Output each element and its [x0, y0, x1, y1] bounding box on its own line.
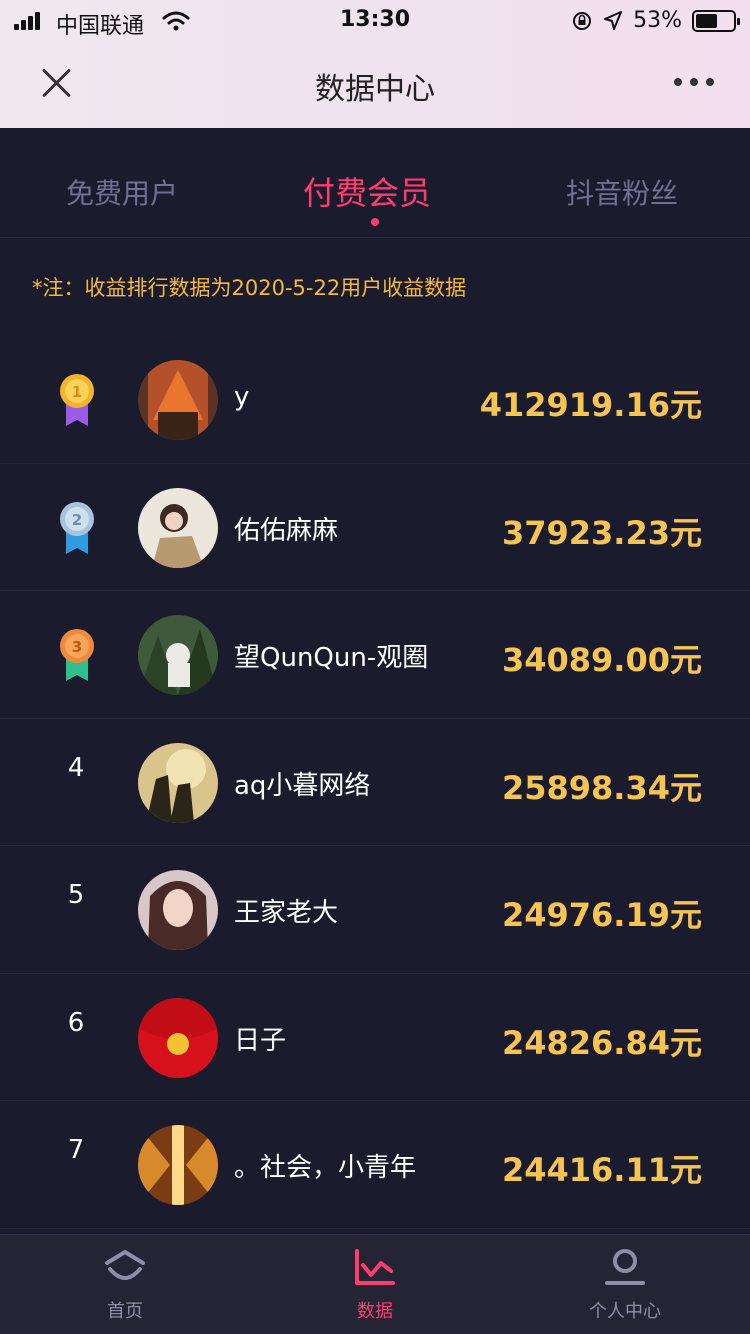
medal-number: 1 [72, 383, 82, 401]
user-name: y [234, 382, 250, 412]
active-tab-indicator [371, 218, 379, 226]
avatar [138, 997, 218, 1078]
home-icon [105, 1250, 145, 1280]
tab-douyin-fans[interactable]: 抖音粉丝 [566, 172, 678, 212]
page: 中国联通 13:30 53% 数据中心 免费用户 付费会员 抖音粉丝 *注：收益… [0, 0, 750, 1334]
earnings-amount: 24826.84元 [501, 1023, 702, 1062]
profile-icon [605, 1249, 645, 1285]
earnings-amount: 34089.00元 [501, 641, 702, 679]
nav-bar: 数据中心 [0, 44, 750, 128]
rank-number: 6 [67, 1007, 85, 1038]
user-name: 。社会，小青年 [234, 1153, 417, 1183]
bottom-nav: 首页 数据 个人中心 [0, 1234, 750, 1334]
page-title: 数据中心 [315, 72, 435, 107]
avatar [138, 742, 218, 823]
more-options-icon[interactable] [674, 78, 714, 86]
avatar [138, 360, 218, 440]
gold-medal-icon: 1 [60, 374, 94, 426]
user-name: 望QunQun-观圈 [234, 643, 429, 673]
silver-medal-icon: 2 [60, 501, 94, 554]
top-bar: 中国联通 13:30 53% 数据中心 [0, 0, 750, 128]
earnings-amount: 24416.11元 [501, 1151, 702, 1189]
rotation-lock-icon [573, 11, 592, 30]
medal-number: 3 [72, 638, 82, 656]
avatar [138, 870, 218, 950]
tab-free-users[interactable]: 免费用户 [66, 172, 178, 212]
medal-number: 2 [72, 511, 82, 529]
ranking-row[interactable]: 1 y 412919.16元 [0, 336, 750, 464]
battery-icon [692, 9, 740, 32]
status-bar: 中国联通 13:30 53% [0, 0, 750, 42]
user-name: 王家老大 [234, 898, 339, 928]
ranking-list: 1 y 412919.16元 2 佑佑麻麻 37923.23元 3 望QunQu… [0, 336, 750, 1229]
location-arrow-icon [604, 10, 623, 30]
user-name: aq小暮网络 [234, 770, 371, 801]
user-name: 佑佑麻麻 [234, 515, 339, 546]
ranking-row[interactable]: 2 佑佑麻麻 37923.23元 [0, 464, 750, 591]
avatar [138, 615, 218, 695]
ranking-row[interactable]: 4 aq小暮网络 25898.34元 [0, 719, 750, 846]
nav-data[interactable]: 数据 [315, 1247, 435, 1323]
earnings-amount: 37923.23元 [501, 513, 702, 552]
chart-icon [355, 1249, 395, 1285]
user-name: 日子 [234, 1025, 287, 1056]
tab-paid-members[interactable]: 付费会员 [303, 168, 431, 214]
nav-profile[interactable]: 个人中心 [565, 1247, 685, 1323]
battery-percent: 53% [633, 8, 682, 33]
earnings-amount: 25898.34元 [501, 768, 702, 807]
nav-data-label: 数据 [357, 1301, 393, 1322]
earnings-amount: 24976.19元 [501, 896, 702, 934]
status-right: 53% [571, 8, 740, 33]
rank-number: 4 [67, 752, 85, 783]
earnings-amount: 412919.16元 [479, 386, 702, 424]
earnings-note: *注：收益排行数据为2020-5-22用户收益数据 [32, 276, 467, 300]
ranking-row[interactable]: 3 望QunQun-观圈 34089.00元 [0, 591, 750, 719]
ranking-row[interactable]: 5 王家老大 24976.19元 [0, 846, 750, 974]
ranking-row[interactable]: 6 日子 24826.84元 [0, 974, 750, 1101]
avatar [138, 1125, 218, 1205]
rank-number: 5 [67, 880, 85, 910]
ranking-row[interactable]: 7 。社会，小青年 24416.11元 [0, 1101, 750, 1229]
nav-home-label: 首页 [107, 1301, 143, 1322]
avatar [138, 487, 218, 568]
nav-profile-label: 个人中心 [589, 1301, 661, 1322]
nav-home[interactable]: 首页 [65, 1247, 185, 1323]
bronze-medal-icon: 3 [60, 629, 94, 681]
rank-number: 7 [67, 1135, 85, 1165]
tab-bar: 免费用户 付费会员 抖音粉丝 [0, 128, 750, 238]
